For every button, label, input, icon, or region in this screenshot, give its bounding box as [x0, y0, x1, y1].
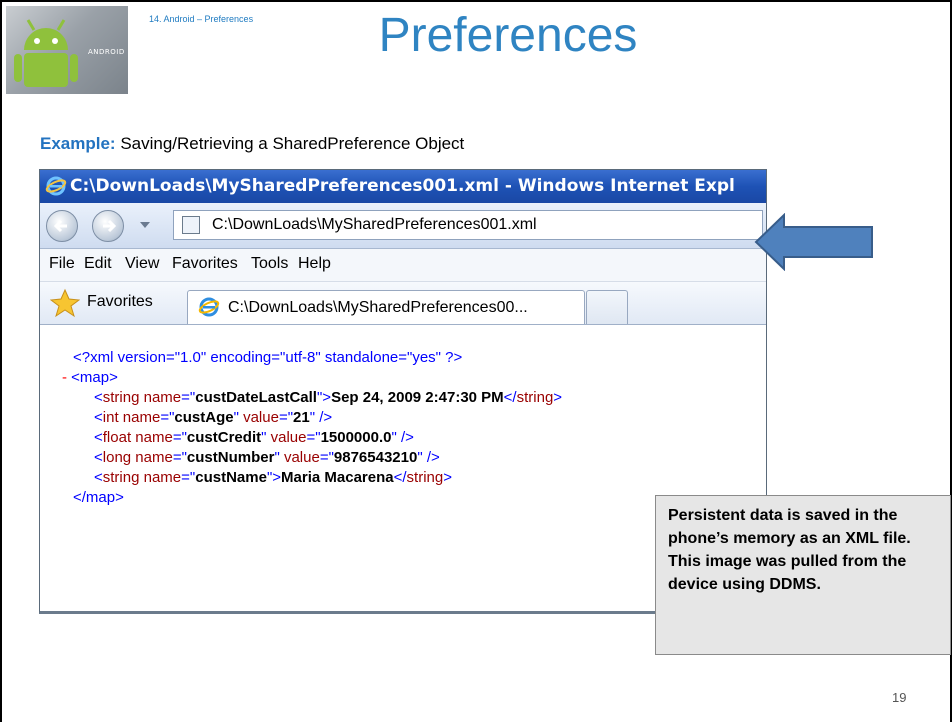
xml-row: <float name="custCredit" value="1500000.…	[94, 429, 414, 446]
window-title: C:\DownLoads\MySharedPreferences001.xml …	[70, 176, 735, 196]
ie-tab-icon	[198, 297, 220, 317]
address-bar[interactable]: C:\DownLoads\MySharedPreferences001.xml	[173, 210, 763, 240]
menu-edit[interactable]: Edit	[84, 255, 112, 273]
new-tab-button[interactable]	[586, 290, 628, 324]
xml-map-open: - <map>	[62, 369, 118, 386]
menu-favorites[interactable]: Favorites	[172, 255, 238, 273]
favorites-button[interactable]: Favorites	[87, 293, 153, 311]
xml-row: <long name="custNumber" value="987654321…	[94, 449, 440, 466]
forward-button[interactable]	[92, 210, 124, 242]
menu-tools[interactable]: Tools	[251, 255, 288, 273]
window-titlebar: C:\DownLoads\MySharedPreferences001.xml …	[40, 170, 766, 203]
back-button[interactable]	[46, 210, 78, 242]
example-label: Example:	[40, 134, 116, 153]
page-icon	[182, 216, 200, 234]
back-arrow-icon	[53, 219, 67, 233]
left-arrow-icon	[754, 213, 873, 271]
example-caption: Example: Saving/Retrieving a SharedPrefe…	[40, 134, 464, 154]
history-dropdown-icon[interactable]	[140, 222, 150, 228]
browser-tab[interactable]: C:\DownLoads\MySharedPreferences00...	[187, 290, 585, 324]
ie-icon	[45, 176, 67, 196]
slide-title: Preferences	[378, 9, 638, 62]
favorites-bar: Favorites C:\DownLoads\MySharedPreferenc…	[40, 282, 766, 325]
menu-view[interactable]: View	[125, 255, 159, 273]
xml-declaration: <?xml version="1.0" encoding="utf-8" sta…	[73, 349, 463, 366]
navigation-bar: C:\DownLoads\MySharedPreferences001.xml	[40, 203, 766, 249]
slide: ANDROID 14. Android – Preferences Prefer…	[0, 0, 952, 722]
page-number: 19	[892, 690, 907, 705]
collapse-toggle[interactable]: -	[62, 369, 67, 386]
map-open-tag: <map>	[71, 369, 118, 386]
map-close-tag: </map>	[73, 489, 124, 506]
favorites-star-icon[interactable]	[50, 288, 80, 318]
forward-arrow-icon	[103, 219, 117, 233]
xml-row: <string name="custName">Maria Macarena</…	[94, 469, 452, 486]
example-text: Saving/Retrieving a SharedPreference Obj…	[115, 134, 465, 153]
tab-label: C:\DownLoads\MySharedPreferences00...	[228, 299, 528, 316]
xml-row: <int name="custAge" value="21" />	[94, 409, 333, 426]
address-url: C:\DownLoads\MySharedPreferences001.xml	[212, 216, 537, 233]
xml-row: <string name="custDateLastCall">Sep 24, …	[94, 389, 563, 406]
menu-help[interactable]: Help	[298, 255, 331, 273]
menu-file[interactable]: File	[49, 255, 75, 273]
menu-bar: File Edit View Favorites Tools Help	[40, 249, 766, 282]
note-callout: Persistent data is saved in the phone’s …	[655, 495, 951, 655]
